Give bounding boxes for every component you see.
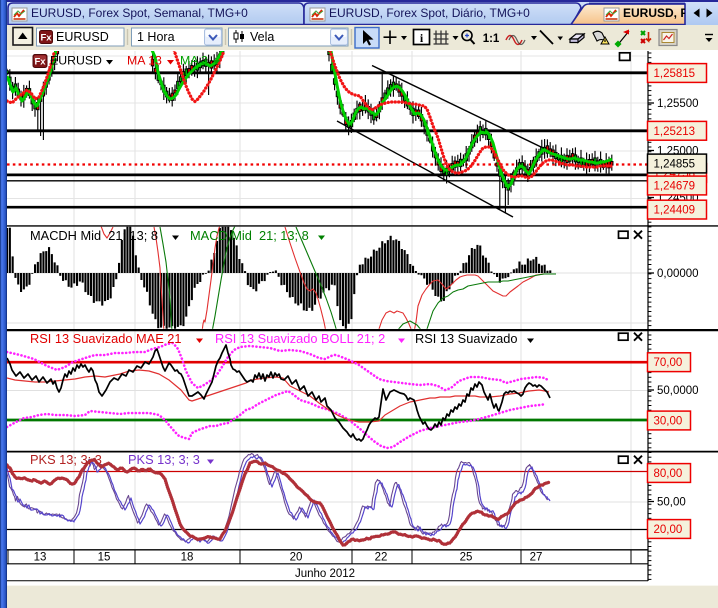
svg-text:MACD Mid 21; 13; 8: MACD Mid 21; 13; 8	[190, 228, 309, 243]
svg-text:0,00000: 0,00000	[657, 268, 699, 280]
svg-text:Fx: Fx	[34, 57, 46, 68]
svg-text:RSI 13 Suavizado: RSI 13 Suavizado	[415, 331, 517, 346]
svg-text:MA 13: MA 13	[127, 54, 162, 68]
svg-text:MA 3: MA 3	[180, 54, 208, 68]
svg-text:1,25815: 1,25815	[654, 68, 696, 80]
svg-text:13: 13	[34, 552, 47, 564]
svg-text:MACDH Mid 21; 13; 8: MACDH Mid 21; 13; 8	[30, 228, 158, 243]
svg-text:18: 18	[181, 552, 194, 564]
svg-text:1,24855: 1,24855	[654, 159, 696, 171]
svg-text:1,25500: 1,25500	[657, 98, 699, 110]
svg-text:EURUSD: EURUSD	[56, 30, 109, 44]
svg-text:27: 27	[530, 552, 543, 564]
svg-text:70,00: 70,00	[654, 357, 683, 369]
svg-text:PKS 13; 3; 3: PKS 13; 3; 3	[30, 452, 102, 467]
svg-text:PKS 13; 3; 3: PKS 13; 3; 3	[128, 452, 200, 467]
svg-text:RSI 13 Suavizado MAE 21: RSI 13 Suavizado MAE 21	[30, 331, 182, 346]
svg-text:RSI 13 Suavizado BOLL 21; 2: RSI 13 Suavizado BOLL 21; 2	[215, 331, 385, 346]
svg-text:1 Hora: 1 Hora	[137, 30, 175, 44]
svg-text:25: 25	[460, 552, 473, 564]
svg-text:15: 15	[98, 552, 111, 564]
svg-text:30,00: 30,00	[654, 416, 683, 428]
svg-text:50,0000: 50,0000	[657, 385, 699, 397]
svg-text:80,00: 80,00	[654, 468, 683, 480]
svg-text:Junho 2012: Junho 2012	[295, 568, 355, 580]
svg-text:Fx: Fx	[40, 33, 52, 44]
svg-text:1,24409: 1,24409	[654, 205, 696, 217]
svg-text:50,00: 50,00	[657, 497, 686, 509]
svg-text:1,25213: 1,25213	[654, 126, 696, 138]
svg-text:20,00: 20,00	[654, 524, 683, 536]
svg-text:1,24679: 1,24679	[654, 181, 696, 193]
svg-text:Vela: Vela	[250, 30, 274, 44]
svg-text:22: 22	[375, 552, 388, 564]
svg-text:EURUSD: EURUSD	[50, 54, 102, 68]
svg-text:20: 20	[290, 552, 303, 564]
svg-text:1:1: 1:1	[483, 33, 500, 45]
